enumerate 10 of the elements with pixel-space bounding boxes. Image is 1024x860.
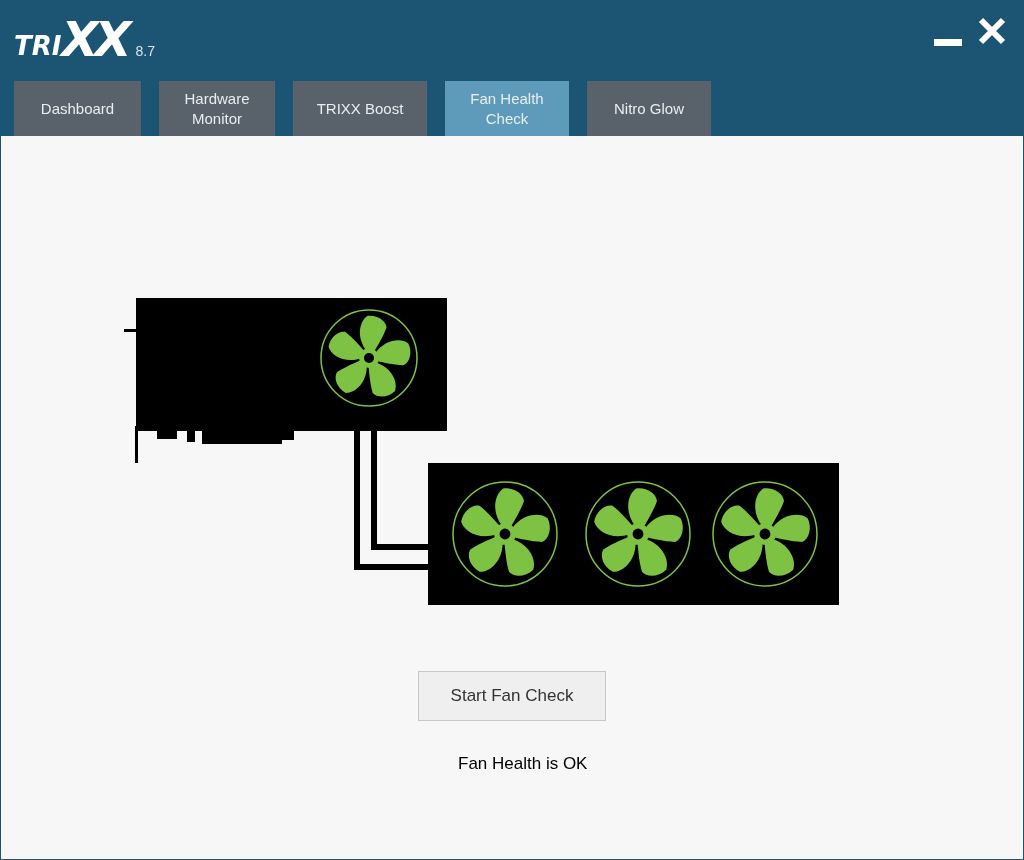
fan-health-status: Fan Health is OK [458, 753, 588, 775]
tab[interactable]: Dashboard [14, 81, 141, 136]
tab[interactable]: TRIXX Boost [293, 81, 427, 136]
version-label: 8.7 [135, 42, 155, 61]
tab[interactable]: Hardware Monitor [159, 81, 275, 136]
tab[interactable]: Nitro Glow [587, 81, 711, 136]
app-logo: TRIXX [14, 15, 128, 63]
minimize-button[interactable] [934, 37, 962, 47]
start-fan-check-button[interactable]: Start Fan Check [418, 671, 606, 721]
close-button[interactable] [978, 17, 1006, 45]
